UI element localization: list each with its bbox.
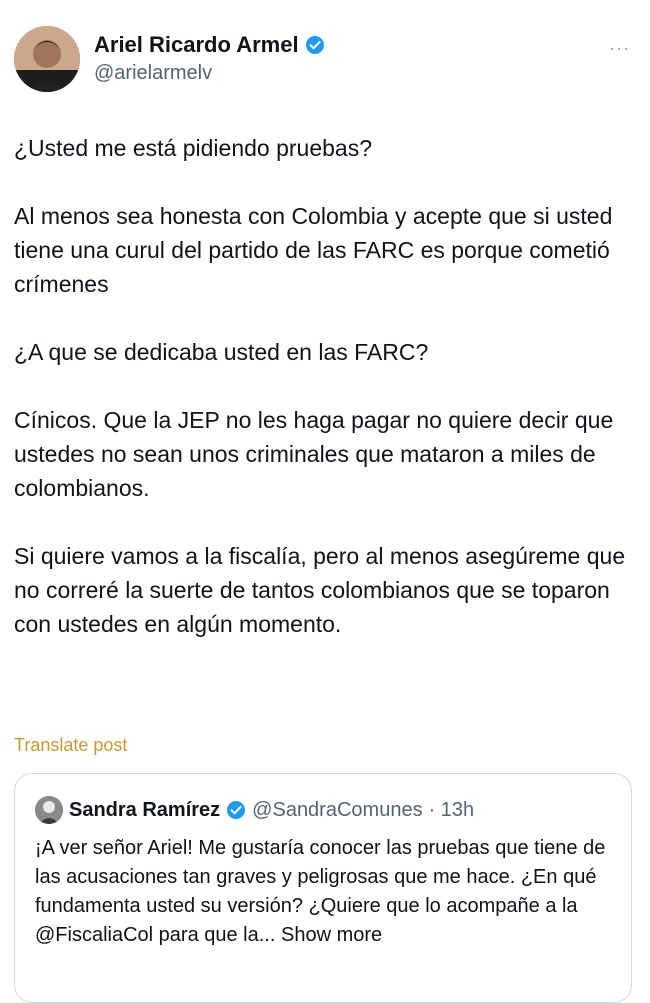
author-name[interactable]: Ariel Ricardo Armel [94, 32, 325, 58]
quoted-author-name[interactable]: Sandra Ramírez [69, 799, 220, 822]
quoted-post-text: ¡A ver señor Ariel! Me gustaría conocer … [35, 834, 615, 950]
verified-badge-icon [305, 35, 325, 55]
quoted-author-handle[interactable]: @SandraComunes [252, 799, 422, 822]
tweet-paragraph: ¿Usted me está pidiendo pruebas? [14, 135, 372, 161]
tweet-paragraph: Si quiere vamos a la fiscalía, pero al m… [14, 543, 626, 637]
tweet-text: ¿Usted me está pidiendo pruebas? Al meno… [14, 131, 636, 675]
quoted-post-time[interactable]: · 13h [429, 799, 475, 822]
quoted-author-avatar[interactable] [35, 796, 63, 824]
tweet-paragraph: Al menos sea honesta con Colombia y acep… [14, 203, 613, 297]
quoted-post[interactable]: Sandra Ramírez @SandraComunes · 13h ¡A v… [14, 773, 632, 1003]
verified-badge-icon [226, 800, 246, 820]
more-horizontal-icon[interactable]: ··· [609, 38, 630, 59]
tweet-paragraph: ¿A que se dedicaba usted en las FARC? [14, 339, 429, 365]
author-name-text[interactable]: Ariel Ricardo Armel [94, 32, 299, 58]
tweet-paragraph: Cínicos. Que la JEP no les haga pagar no… [14, 407, 614, 501]
quoted-post-header: Sandra Ramírez @SandraComunes · 13h [35, 796, 474, 824]
show-more-link[interactable]: Show more [281, 924, 382, 946]
author-handle[interactable]: @arielarmelv [94, 62, 212, 85]
translate-post-link[interactable]: Translate post [14, 735, 127, 756]
author-avatar[interactable] [14, 26, 80, 92]
